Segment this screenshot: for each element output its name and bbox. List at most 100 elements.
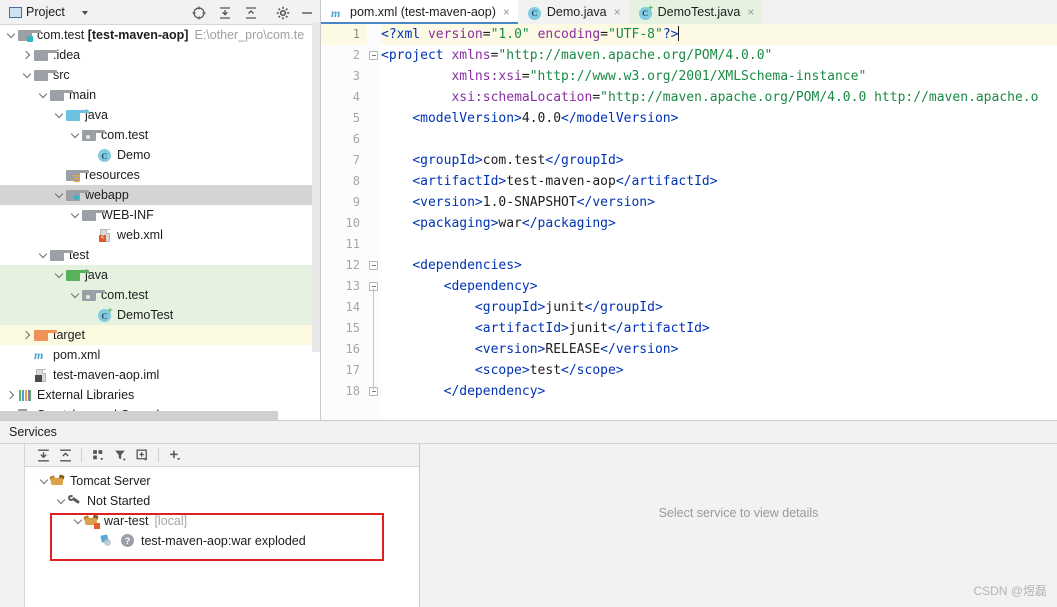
code-line[interactable]: xmlns:xsi="http://www.w3.org/2001/XMLSch…: [381, 66, 1057, 87]
editor-fold-column[interactable]: [367, 24, 381, 420]
folder-gray-icon: [49, 247, 73, 263]
chevron-down-icon[interactable]: [71, 520, 84, 523]
chevron-right-icon[interactable]: [20, 332, 33, 338]
project-file-tree[interactable]: com.test [test-maven-aop] E:\other_pro\co…: [0, 25, 320, 420]
services-tree-item-label: test-maven-aop:war exploded: [141, 534, 306, 548]
close-icon[interactable]: ×: [614, 6, 621, 18]
maven-pom-icon: m: [331, 5, 341, 20]
project-tree-item[interactable]: resources: [0, 165, 320, 185]
chevron-down-icon[interactable]: [36, 94, 49, 97]
services-tree[interactable]: Tomcat Server Not Started war-test [local]?…: [25, 467, 419, 607]
code-line[interactable]: <modelVersion>4.0.0</modelVersion>: [381, 108, 1057, 129]
chevron-down-icon[interactable]: [74, 0, 96, 25]
project-tree-item[interactable]: test: [0, 245, 320, 265]
project-tree-item[interactable]: java: [0, 265, 320, 285]
code-line[interactable]: <version>RELEASE</version>: [381, 339, 1057, 360]
chevron-down-icon[interactable]: [68, 134, 81, 137]
collapse-all-icon[interactable]: [55, 445, 75, 465]
code-line[interactable]: </dependency>: [381, 381, 1057, 402]
add-tab-icon[interactable]: [132, 445, 152, 465]
project-panel-header: Project: [0, 0, 320, 25]
collapse-all-icon[interactable]: [240, 0, 262, 25]
editor-code-content[interactable]: <?xml version="1.0" encoding="UTF-8"?> <p…: [381, 24, 1057, 420]
project-tree-item[interactable]: .idea: [0, 45, 320, 65]
services-tree-item[interactable]: Not Started: [25, 491, 419, 511]
chevron-down-icon[interactable]: [68, 214, 81, 217]
code-fold-toggle[interactable]: [369, 51, 378, 60]
code-line[interactable]: <groupId>junit</groupId>: [381, 297, 1057, 318]
chevron-right-icon[interactable]: [4, 392, 17, 398]
wrench-icon: [67, 493, 83, 509]
services-tool-window: Services Tomcat Server Not Started war-t…: [0, 420, 1057, 607]
project-tree-item[interactable]: test-maven-aop.iml: [0, 365, 320, 385]
code-line[interactable]: <artifactId>junit</artifactId>: [381, 318, 1057, 339]
tomcat-icon: [49, 473, 66, 489]
code-line[interactable]: <?xml version="1.0" encoding="UTF-8"?>: [381, 24, 1057, 45]
project-tree-item[interactable]: com.test: [0, 125, 320, 145]
chevron-down-icon[interactable]: [20, 74, 33, 77]
project-tree-item[interactable]: C Demo: [0, 145, 320, 165]
editor-tab[interactable]: C DemoTest.java ×: [628, 0, 763, 24]
chevron-down-icon[interactable]: [37, 480, 50, 483]
project-tree-item[interactable]: main: [0, 85, 320, 105]
project-tree-item[interactable]: External Libraries: [0, 385, 320, 405]
code-line[interactable]: <packaging>war</packaging>: [381, 213, 1057, 234]
code-fold-toggle[interactable]: [369, 261, 378, 270]
code-line[interactable]: <project xmlns="http://maven.apache.org/…: [381, 45, 1057, 66]
project-tree-item[interactable]: m pom.xml: [0, 345, 320, 365]
project-tree-item[interactable]: WEB-INF: [0, 205, 320, 225]
project-tree-item[interactable]: com.test [test-maven-aop] E:\other_pro\co…: [0, 25, 320, 45]
expand-all-icon[interactable]: [214, 0, 236, 25]
editor-tab-label: DemoTest.java: [657, 5, 741, 19]
project-tree-item[interactable]: java: [0, 105, 320, 125]
project-tree-item[interactable]: com.test: [0, 285, 320, 305]
locate-icon[interactable]: [188, 0, 210, 25]
code-line[interactable]: xsi:schemaLocation="http://maven.apache.…: [381, 87, 1057, 108]
chevron-down-icon[interactable]: [4, 34, 17, 37]
project-tree-item-label: target: [53, 328, 85, 342]
chevron-down-icon[interactable]: [68, 294, 81, 297]
code-line[interactable]: <dependencies>: [381, 255, 1057, 276]
close-icon[interactable]: ×: [747, 6, 754, 18]
java-class-icon: C: [527, 5, 542, 20]
add-service-icon[interactable]: [165, 445, 185, 465]
services-tree-item[interactable]: war-test [local]: [25, 511, 419, 531]
services-tree-item[interactable]: ? test-maven-aop:war exploded: [25, 531, 419, 551]
code-line[interactable]: <scope>test</scope>: [381, 360, 1057, 381]
group-by-icon[interactable]: [88, 445, 108, 465]
chevron-down-icon[interactable]: [52, 274, 65, 277]
code-line[interactable]: <version>1.0-SNAPSHOT</version>: [381, 192, 1057, 213]
line-number: 18: [345, 384, 360, 398]
editor-tab[interactable]: C Demo.java ×: [518, 0, 629, 24]
project-tree-item[interactable]: < web.xml: [0, 225, 320, 245]
expand-all-icon[interactable]: [33, 445, 53, 465]
filter-icon[interactable]: [110, 445, 130, 465]
services-tree-item[interactable]: Tomcat Server: [25, 471, 419, 491]
project-tree-vertical-scrollbar[interactable]: [312, 22, 320, 352]
chevron-right-icon[interactable]: [20, 52, 33, 58]
chevron-down-icon[interactable]: [52, 194, 65, 197]
services-tree-item-label: Not Started: [87, 494, 151, 508]
code-line[interactable]: [381, 129, 1057, 150]
project-tree-item-label: pom.xml: [53, 348, 101, 362]
project-tree-item-label: com.test: [101, 288, 149, 302]
settings-gear-icon[interactable]: [272, 0, 294, 25]
chevron-down-icon[interactable]: [52, 114, 65, 117]
code-line[interactable]: <groupId>com.test</groupId>: [381, 150, 1057, 171]
chevron-down-icon[interactable]: [54, 500, 67, 503]
close-icon[interactable]: ×: [503, 6, 510, 18]
folder-webapp-icon: [65, 187, 89, 203]
project-tree-item-label: web.xml: [117, 228, 163, 242]
code-line[interactable]: [381, 234, 1057, 255]
project-tree-horizontal-scrollbar[interactable]: [0, 411, 278, 420]
code-line[interactable]: <artifactId>test-maven-aop</artifactId>: [381, 171, 1057, 192]
chevron-down-icon[interactable]: [36, 254, 49, 257]
project-tree-item[interactable]: target: [0, 325, 320, 345]
code-line[interactable]: <dependency>: [381, 276, 1057, 297]
editor-tab[interactable]: m pom.xml (test-maven-aop) ×: [321, 0, 518, 24]
code-editor[interactable]: 1 2 3 4 5 6 7 8 9 10 11 12 13 14 15 16 17 18 <?xml versio…: [321, 24, 1057, 420]
project-tree-item[interactable]: webapp: [0, 185, 320, 205]
project-tree-item-label: WEB-INF: [101, 208, 154, 222]
project-tree-item[interactable]: src: [0, 65, 320, 85]
project-tree-item[interactable]: C DemoTest: [0, 305, 320, 325]
